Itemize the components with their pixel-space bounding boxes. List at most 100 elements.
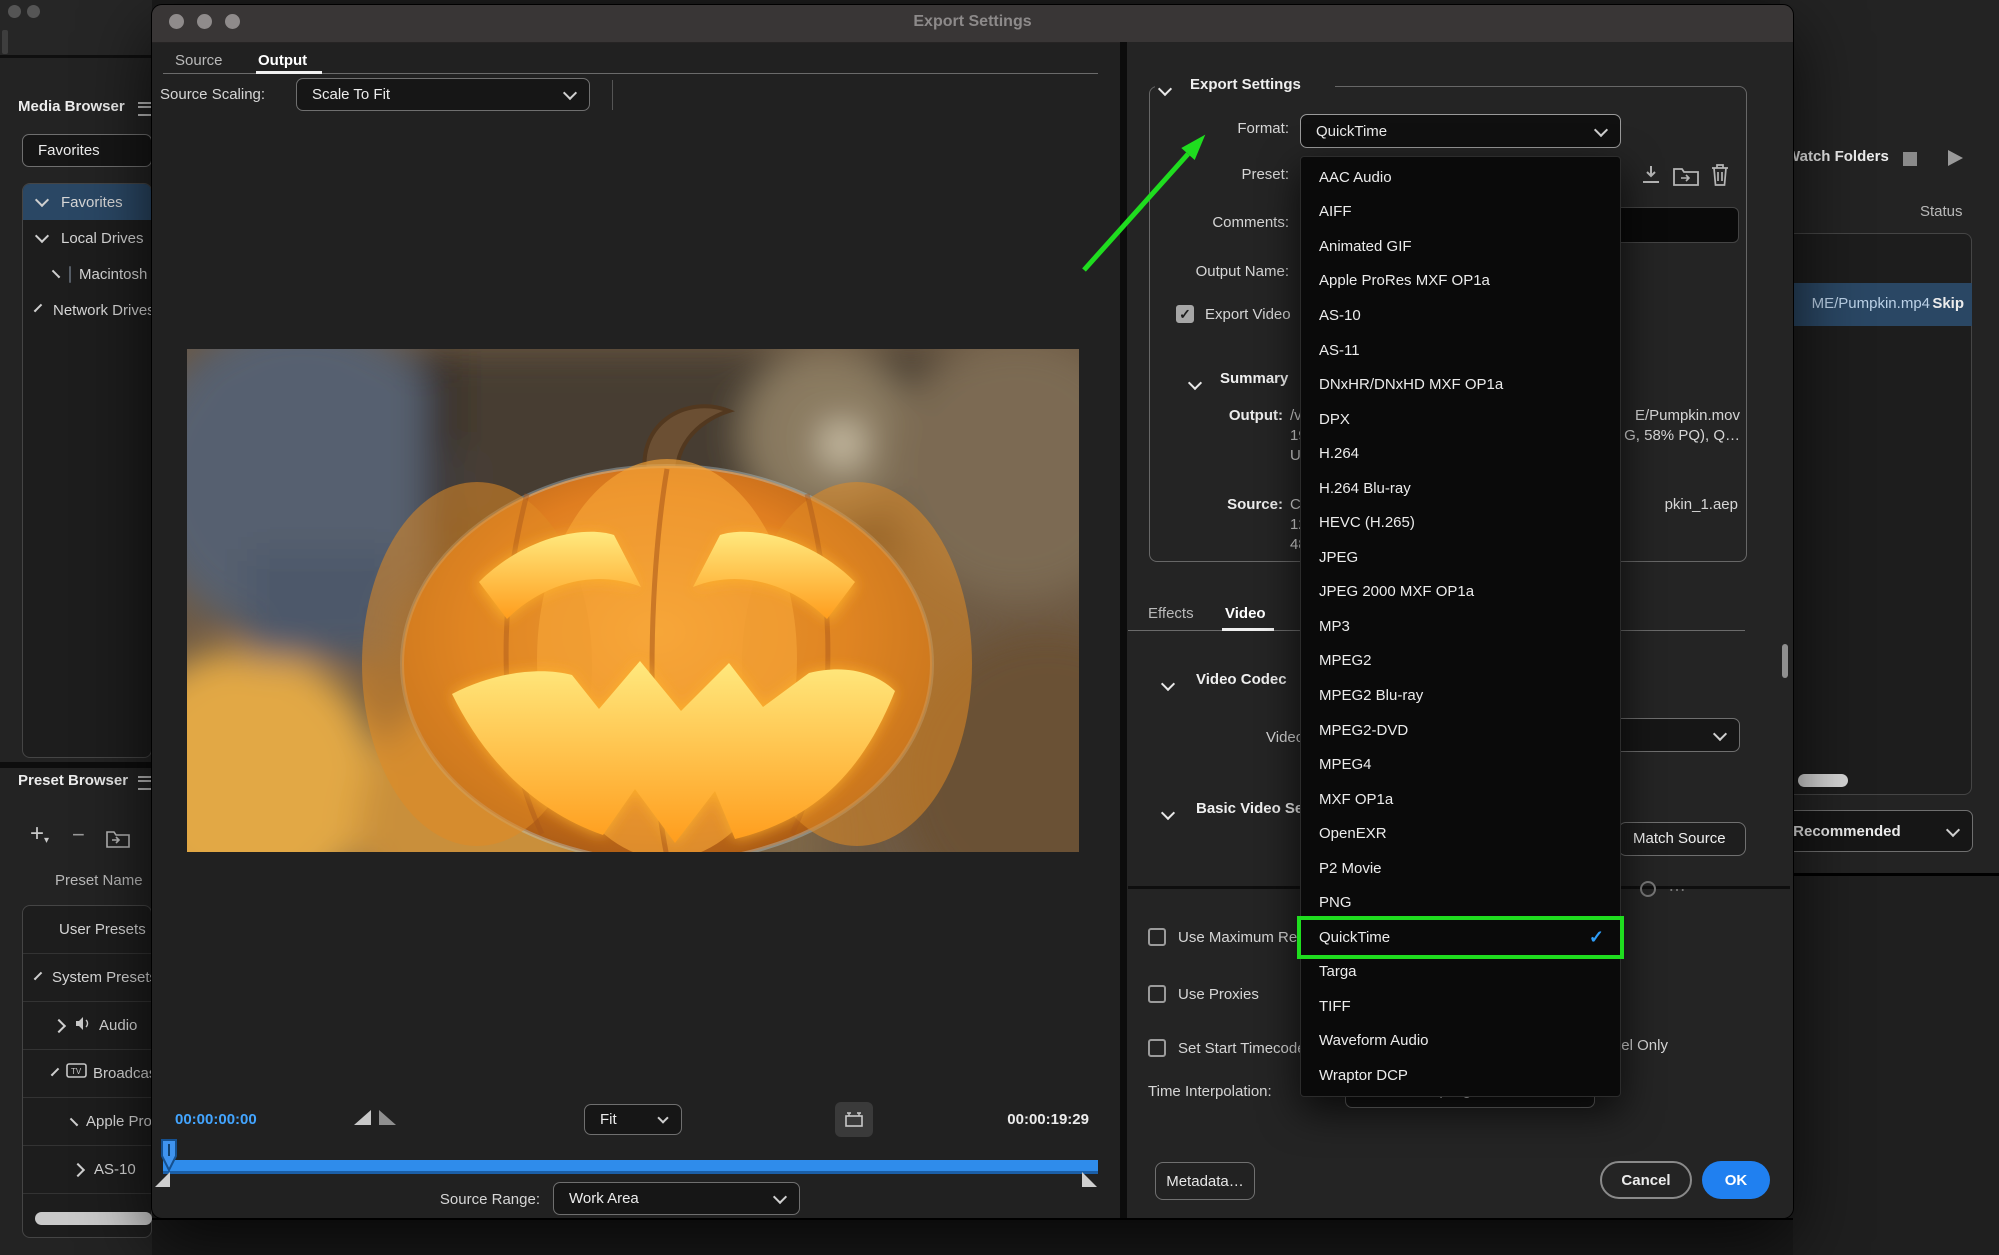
tree-item-user-presets[interactable]: User Presets (23, 906, 151, 954)
chevron-down-icon[interactable] (51, 1067, 59, 1075)
range-end-handle[interactable] (1082, 1172, 1097, 1192)
tree-item-audio[interactable]: Audio (23, 1002, 151, 1050)
format-menu-item[interactable]: MP3 (1301, 609, 1620, 644)
tree-item-network-drives[interactable]: Network Drives (23, 292, 151, 328)
crop-overlay-button[interactable] (835, 1102, 873, 1137)
format-menu-item[interactable]: Apple ProRes MXF OP1a (1301, 264, 1620, 299)
chevron-down-icon (1713, 726, 1727, 740)
source-scaling-dropdown[interactable]: Scale To Fit (296, 78, 590, 111)
horizontal-scrollbar[interactable] (35, 1212, 152, 1225)
start-timecode-label: Set Start Timecode (1178, 1040, 1306, 1057)
format-menu-item[interactable]: DPX (1301, 402, 1620, 437)
current-timecode[interactable]: 00:00:00:00 (175, 1111, 257, 1128)
format-menu-item[interactable]: Waveform Audio (1301, 1024, 1620, 1059)
chevron-right-icon[interactable] (52, 1018, 66, 1032)
tab-effects[interactable]: Effects (1148, 605, 1194, 622)
encode-preset-dropdown[interactable]: - Recommended (1768, 810, 1973, 852)
source-range-dropdown[interactable]: Work Area (553, 1182, 800, 1215)
queue-row[interactable]: ME/Pumpkin.mp4 Skip (1780, 283, 1972, 326)
chevron-down-icon[interactable] (35, 229, 49, 243)
max-render-checkbox[interactable] (1148, 928, 1166, 946)
summary-collapse[interactable] (1190, 375, 1200, 393)
format-menu-item[interactable]: H.264 (1301, 436, 1620, 471)
export-video-label: Export Video (1205, 306, 1291, 323)
cancel-button[interactable]: Cancel (1600, 1161, 1692, 1199)
format-menu-item[interactable]: HEVC (H.265) (1301, 505, 1620, 540)
preset-name-column[interactable]: Preset Name (55, 872, 143, 889)
chevron-down-icon[interactable] (34, 304, 42, 312)
format-menu-item[interactable]: MPEG2 (1301, 644, 1620, 679)
tree-item-broadcast[interactable]: TV Broadcast (23, 1050, 151, 1098)
format-menu-item[interactable]: AAC Audio (1301, 160, 1620, 195)
export-settings-collapse[interactable] (1160, 81, 1170, 99)
delete-preset-icon[interactable] (1710, 163, 1730, 192)
metadata-button[interactable]: Metadata… (1155, 1162, 1255, 1200)
chevron-right-icon[interactable] (71, 1162, 85, 1176)
video-codec-collapse[interactable] (1163, 676, 1173, 694)
chevron-down-icon[interactable] (35, 193, 49, 207)
zoom-fit-dropdown[interactable]: Fit (584, 1104, 682, 1135)
tree-item-as10[interactable]: AS-10 (23, 1146, 151, 1194)
format-menu-item[interactable]: MXF OP1a (1301, 782, 1620, 817)
format-menu-item[interactable]: QuickTime✓ (1301, 920, 1620, 955)
more-options-icon[interactable]: … (1668, 875, 1688, 896)
right-panel-scrollbar[interactable] (1782, 644, 1788, 678)
format-menu-item[interactable]: TIFF (1301, 989, 1620, 1024)
dialog-title-bar[interactable]: Export Settings (152, 5, 1793, 43)
format-menu-item-label: P2 Movie (1319, 860, 1382, 877)
tree-item-macintosh-hd[interactable]: Macintosh HD (23, 256, 151, 292)
format-menu-item[interactable]: P2 Movie (1301, 851, 1620, 886)
format-menu-item[interactable]: Targa (1301, 955, 1620, 990)
stop-icon[interactable] (1903, 152, 1917, 166)
format-menu-item[interactable]: AS-10 (1301, 298, 1620, 333)
format-menu-item[interactable]: Wraptor DCP (1301, 1058, 1620, 1093)
format-menu-item[interactable]: JPEG (1301, 540, 1620, 575)
use-proxies-checkbox[interactable] (1148, 985, 1166, 1003)
export-video-checkbox[interactable]: ✓ (1176, 305, 1194, 323)
status-column[interactable]: Status (1920, 203, 1963, 220)
format-dropdown[interactable]: QuickTime (1300, 114, 1621, 148)
format-menu-item[interactable]: AIFF (1301, 195, 1620, 230)
queue-hscrollbar[interactable] (1798, 774, 1848, 787)
ok-button[interactable]: OK (1702, 1161, 1770, 1199)
format-menu-item[interactable]: MPEG4 (1301, 747, 1620, 782)
chevron-down-icon[interactable] (34, 971, 42, 979)
format-menu-item[interactable]: OpenEXR (1301, 816, 1620, 851)
format-menu-item[interactable]: AS-11 (1301, 333, 1620, 368)
tab-source[interactable]: Source (175, 52, 223, 69)
chevron-right-icon[interactable] (70, 1117, 78, 1125)
tree-item-system-presets[interactable]: System Presets (23, 954, 151, 1002)
save-preset-icon[interactable] (1639, 163, 1663, 192)
chevron-right-icon[interactable] (52, 270, 60, 278)
panel-menu-icon[interactable] (138, 102, 152, 116)
tree-item-apple-prores[interactable]: Apple ProRes (23, 1098, 151, 1146)
zoom-level-icon[interactable] (1640, 881, 1656, 897)
format-menu-item[interactable]: H.264 Blu-ray (1301, 471, 1620, 506)
background-left-panel: Media Browser Favorites Favorites Local … (0, 0, 152, 1255)
basic-video-collapse[interactable] (1163, 805, 1173, 823)
format-menu-item[interactable]: DNxHR/DNxHD MXF OP1a (1301, 367, 1620, 402)
add-preset-button[interactable]: +▾ (30, 820, 49, 848)
favorites-combo[interactable]: Favorites (22, 134, 152, 167)
remove-preset-button[interactable]: − (72, 822, 85, 848)
format-menu-item[interactable]: Animated GIF (1301, 229, 1620, 264)
format-menu-item[interactable]: MPEG2-DVD (1301, 713, 1620, 748)
bg-traffic-light (27, 5, 40, 18)
summary-header: Summary (1220, 370, 1288, 387)
chevron-down-icon (1946, 822, 1960, 836)
format-menu-item[interactable]: MPEG2 Blu-ray (1301, 678, 1620, 713)
format-menu-item[interactable]: JPEG 2000 MXF OP1a (1301, 575, 1620, 610)
format-menu-item[interactable]: PNG (1301, 885, 1620, 920)
tab-video[interactable]: Video (1225, 605, 1266, 622)
set-in-point-icon[interactable] (352, 1109, 396, 1132)
timeline-track[interactable] (163, 1160, 1098, 1174)
tree-item-favorites[interactable]: Favorites (23, 184, 151, 220)
import-preset-icon[interactable] (106, 828, 130, 853)
tab-output[interactable]: Output (258, 52, 307, 69)
range-start-handle[interactable] (155, 1172, 170, 1192)
import-preset-icon[interactable] (1673, 165, 1699, 191)
panel-menu-icon[interactable] (138, 776, 152, 790)
start-timecode-checkbox[interactable] (1148, 1039, 1166, 1057)
play-icon[interactable] (1948, 150, 1963, 166)
tree-item-local-drives[interactable]: Local Drives (23, 220, 151, 256)
